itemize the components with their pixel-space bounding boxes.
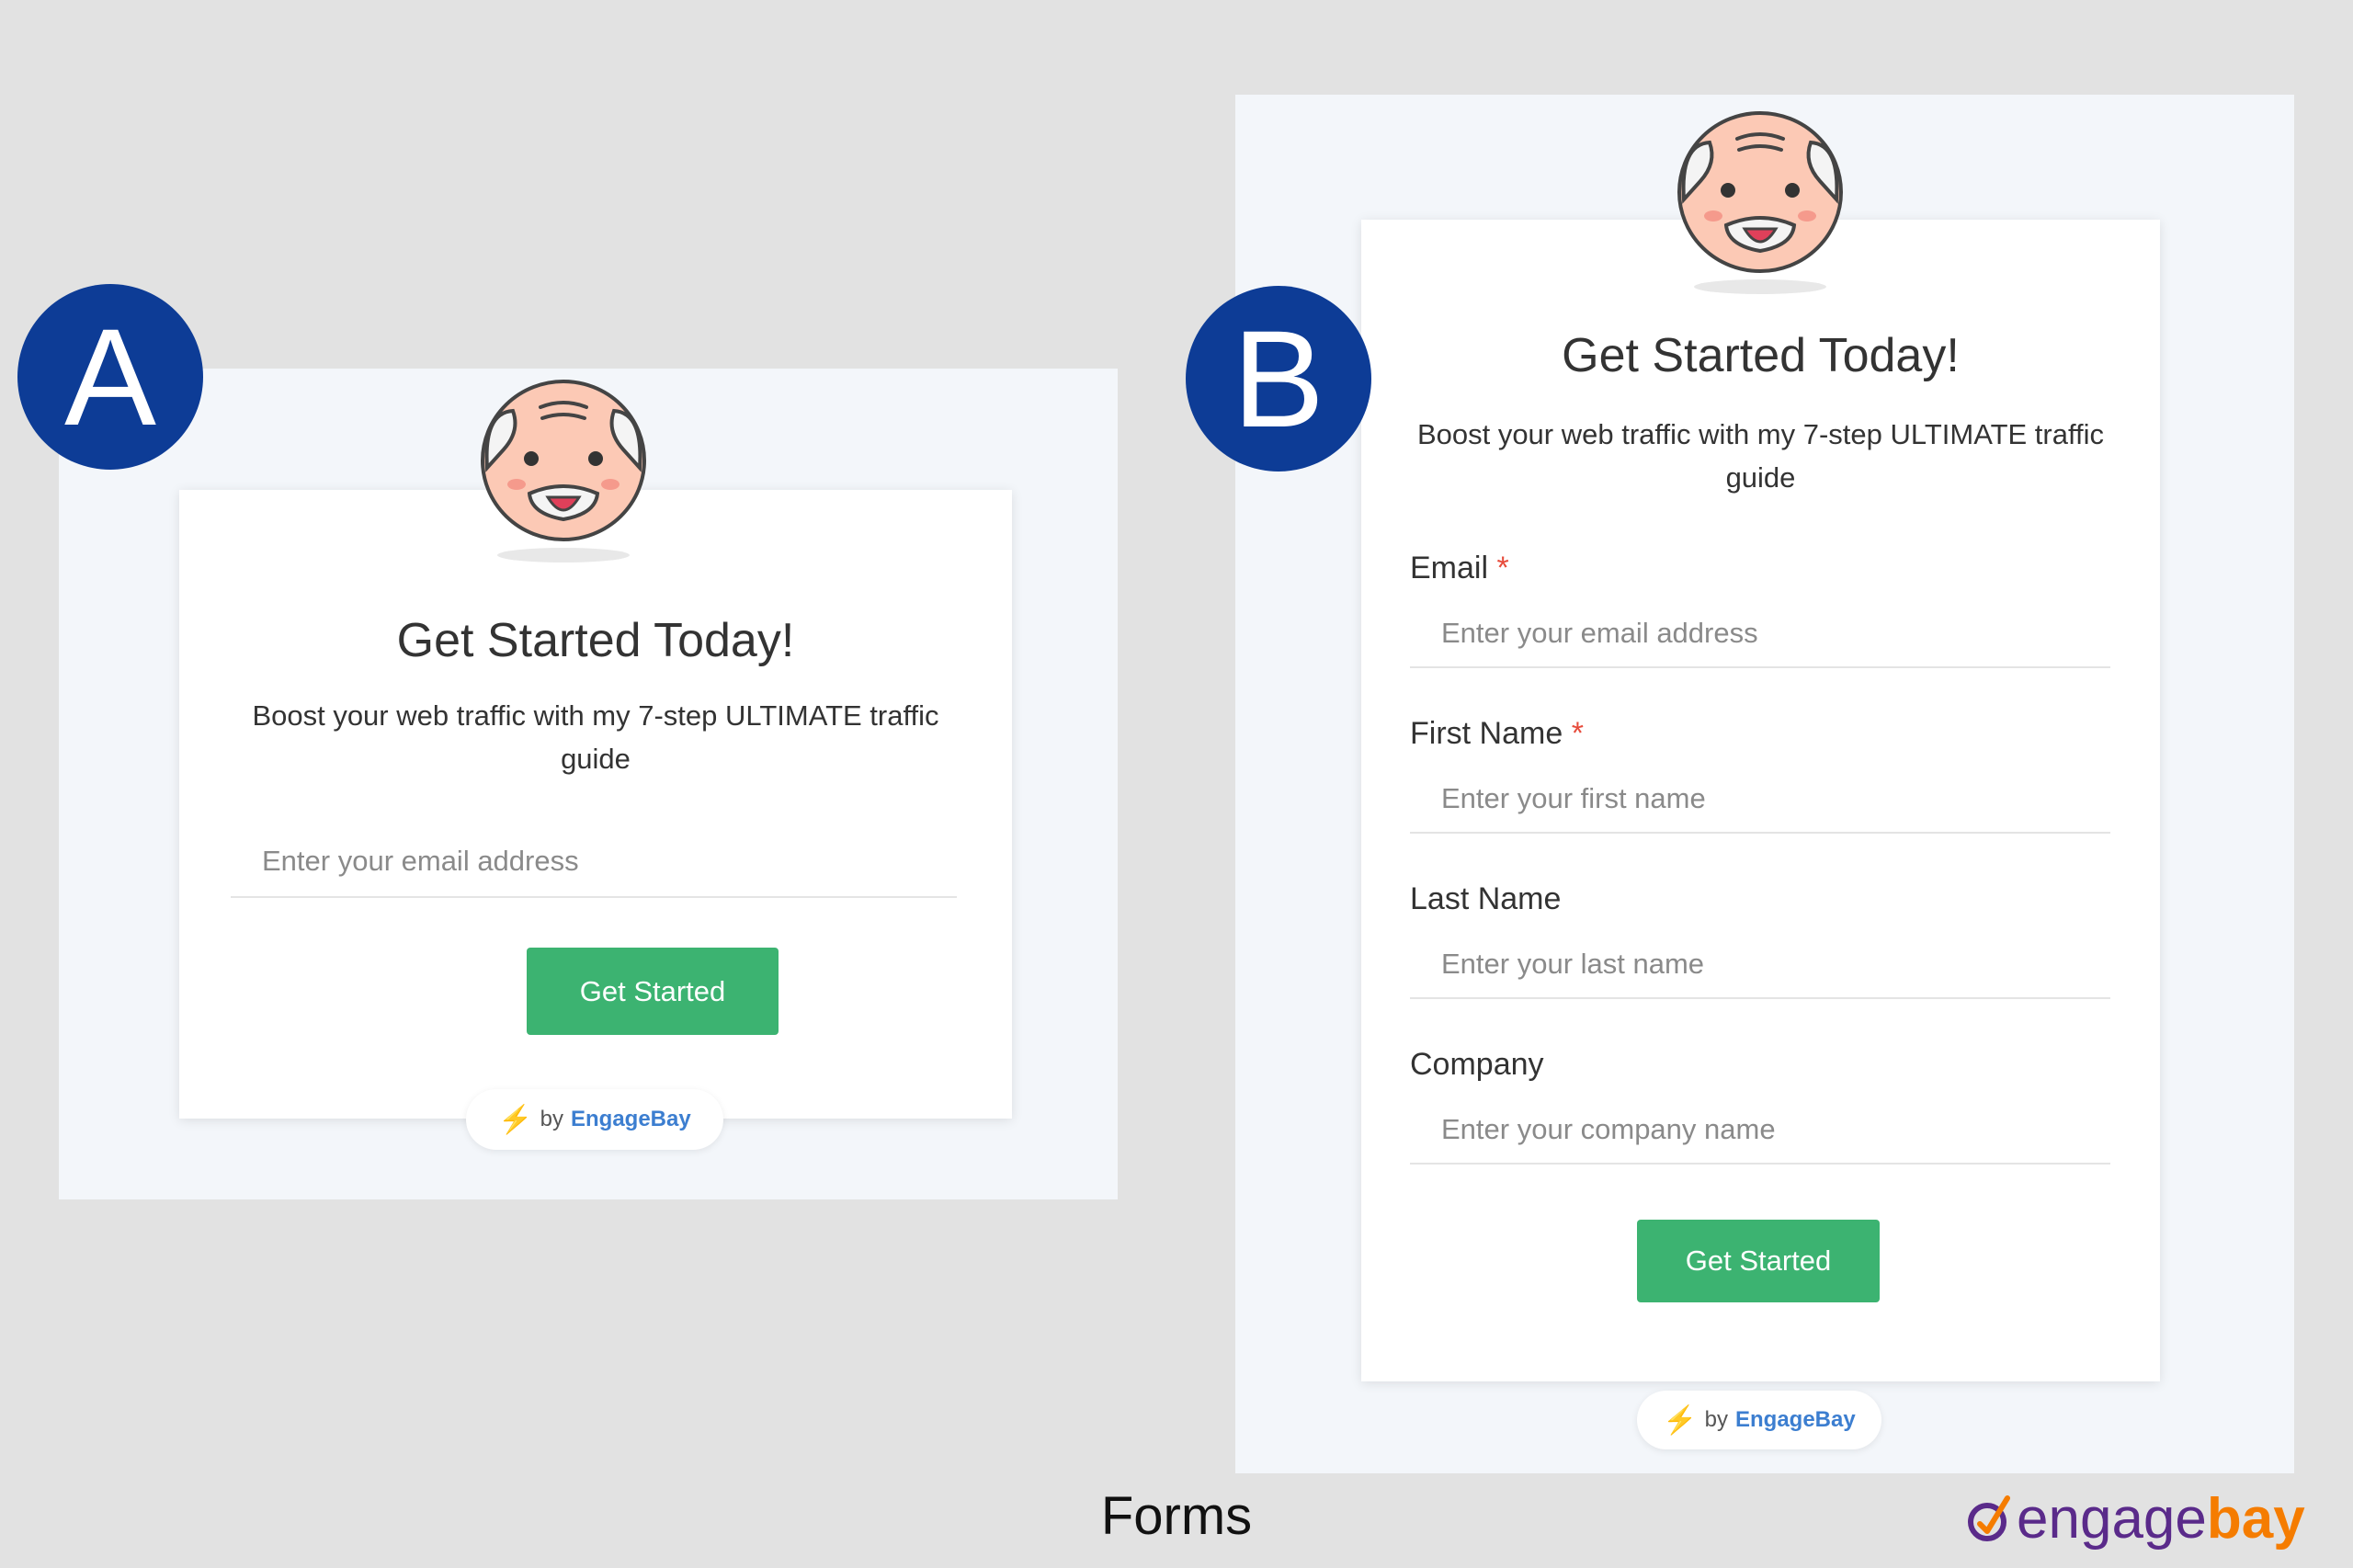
- last-name-label-text: Last Name: [1410, 881, 1562, 916]
- engagebay-logo-mark-icon: [1968, 1495, 2010, 1541]
- form-subtitle: Boost your web traffic with my 7-step UL…: [1416, 418, 2105, 494]
- first-name-label-text: First Name: [1410, 716, 1563, 751]
- logo-text-bay: bay: [2206, 1486, 2305, 1551]
- variant-b-badge: B: [1186, 286, 1371, 472]
- required-mark: *: [1496, 551, 1509, 585]
- get-started-button[interactable]: Get Started: [1637, 1220, 1880, 1302]
- company-label: Company: [1410, 1047, 1544, 1083]
- variant-a-panel: Get Started Today! Boost your web traffi…: [59, 369, 1118, 1199]
- variant-b-panel: Get Started Today! Boost your web traffi…: [1235, 95, 2294, 1473]
- company-label-text: Company: [1410, 1047, 1544, 1082]
- required-mark: *: [1571, 716, 1584, 751]
- email-input[interactable]: [1410, 600, 2110, 668]
- powered-by-engagebay-badge[interactable]: ⚡ by EngageBay: [1637, 1391, 1881, 1449]
- branding-prefix: by: [1704, 1407, 1728, 1432]
- form-subtitle: Boost your web traffic with my 7-step UL…: [252, 699, 939, 775]
- company-input[interactable]: [1410, 1096, 2110, 1165]
- powered-by-engagebay-badge[interactable]: ⚡ by EngageBay: [466, 1089, 723, 1150]
- first-name-label: First Name *: [1410, 716, 1584, 752]
- branding-prefix: by: [540, 1107, 563, 1131]
- branding-name[interactable]: EngageBay: [1735, 1407, 1856, 1433]
- email-label: Email *: [1410, 551, 1509, 586]
- form-headline: Get Started Today!: [1562, 329, 1960, 382]
- last-name-input[interactable]: [1410, 931, 2110, 999]
- last-name-label: Last Name: [1410, 881, 1561, 917]
- form-headline: Get Started Today!: [396, 614, 795, 667]
- image-caption: Forms: [1100, 1486, 1253, 1546]
- lightning-bolt-icon: ⚡: [1663, 1404, 1698, 1436]
- first-name-input[interactable]: [1410, 766, 2110, 834]
- lightning-bolt-icon: ⚡: [498, 1104, 533, 1135]
- engagebay-logo: engage bay: [1967, 1482, 2305, 1555]
- email-input[interactable]: [231, 826, 957, 898]
- logo-text-engage: engage: [2017, 1486, 2207, 1551]
- get-started-button[interactable]: Get Started: [527, 948, 779, 1035]
- variant-b-form-card: Get Started Today! Boost your web traffi…: [1361, 220, 2160, 1381]
- variant-a-form-card: Get Started Today! Boost your web traffi…: [179, 490, 1012, 1119]
- email-label-text: Email: [1410, 551, 1489, 585]
- variant-a-badge: A: [17, 284, 203, 470]
- old-man-avatar-icon: [476, 376, 651, 569]
- branding-name[interactable]: EngageBay: [571, 1107, 691, 1132]
- old-man-avatar-icon: [1673, 108, 1847, 301]
